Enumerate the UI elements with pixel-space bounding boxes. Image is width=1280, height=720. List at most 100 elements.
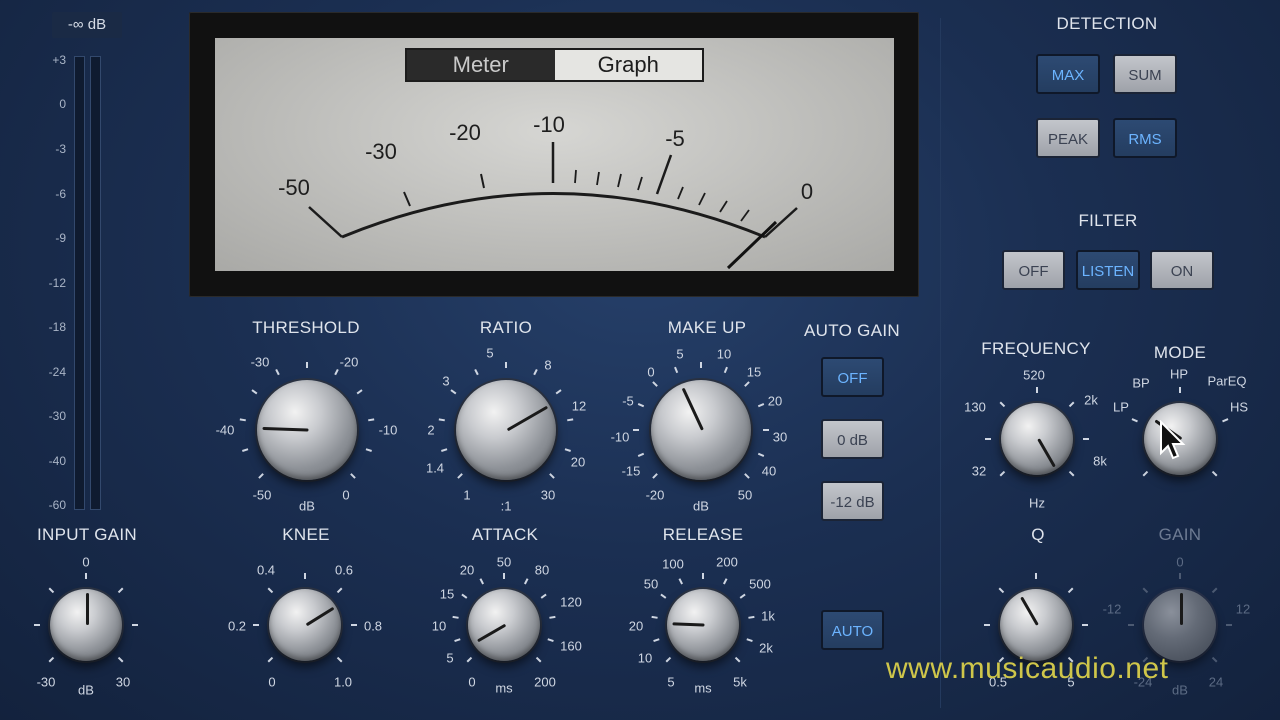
attack-tick: 50: [496, 554, 512, 570]
ratio-label: RATIO: [479, 318, 533, 337]
threshold-tick: -30: [250, 354, 270, 370]
attack-unit: ms: [495, 680, 513, 696]
makeup-tick: 5: [676, 346, 684, 362]
makeup-tick: 20: [767, 393, 783, 409]
input-gain-tick: 0: [82, 554, 90, 570]
attack-tick: 5: [446, 650, 454, 666]
ratio-knob[interactable]: [456, 380, 556, 480]
attack-knob[interactable]: [468, 589, 540, 661]
threshold-tick: -50: [252, 487, 272, 503]
release-tick: 200: [716, 554, 738, 570]
mode-label: MODE: [1153, 343, 1207, 362]
auto-gain-off-button[interactable]: OFF: [821, 357, 884, 397]
auto-gain-0db-button[interactable]: 0 dB: [821, 419, 884, 459]
vu-label: -30: [365, 139, 397, 164]
makeup-tick: 40: [761, 463, 777, 479]
ratio-tick: 1: [463, 487, 471, 503]
release-tick: 10: [637, 650, 653, 666]
makeup-tick: 10: [716, 346, 732, 362]
gain-knob: [1144, 589, 1216, 661]
section-divider: [940, 18, 941, 708]
detection-rms-button[interactable]: RMS: [1113, 118, 1177, 158]
vu-label: -50: [278, 175, 310, 200]
release-label: RELEASE: [662, 525, 744, 544]
makeup-tick: -5: [622, 393, 634, 409]
gain-label: GAIN: [1158, 525, 1202, 544]
detection-peak-button[interactable]: PEAK: [1036, 118, 1100, 158]
filter-on-button[interactable]: ON: [1150, 250, 1214, 290]
filter-label: FILTER: [1078, 211, 1138, 230]
ratio-unit: :1: [500, 498, 512, 514]
release-tick: 50: [643, 576, 659, 592]
makeup-knob[interactable]: [651, 380, 751, 480]
gain-tick: 0: [1176, 554, 1184, 570]
frequency-unit: Hz: [1029, 495, 1045, 511]
filter-off-button[interactable]: OFF: [1002, 250, 1065, 290]
auto-gain-minus12db-button[interactable]: -12 dB: [821, 481, 884, 521]
attack-tick: 0: [468, 674, 476, 690]
makeup-tick: -20: [645, 487, 665, 503]
gain-tick: -12: [1102, 601, 1122, 617]
ratio-tick: 20: [570, 454, 586, 470]
vu-needle: [726, 220, 778, 270]
release-tick: 1k: [761, 608, 775, 624]
detection-label: DETECTION: [1056, 14, 1158, 33]
release-knob[interactable]: [667, 589, 739, 661]
attack-tick: 200: [534, 674, 556, 690]
auto-release-button[interactable]: AUTO: [821, 610, 884, 650]
knee-label: KNEE: [282, 525, 330, 544]
filter-listen-button[interactable]: LISTEN: [1076, 250, 1140, 290]
attack-tick: 20: [459, 562, 475, 578]
frequency-knob[interactable]: [1001, 403, 1073, 475]
ratio-tick: 1.4: [425, 460, 445, 476]
makeup-tick: 15: [746, 364, 762, 380]
threshold-label: THRESHOLD: [252, 318, 360, 337]
attack-tick: 10: [431, 618, 447, 634]
knee-tick: 0: [268, 674, 276, 690]
frequency-tick: 2k: [1084, 392, 1098, 408]
release-unit: ms: [694, 680, 712, 696]
mode-tick: HS: [1229, 399, 1249, 415]
knee-knob[interactable]: [269, 589, 341, 661]
detection-max-button[interactable]: MAX: [1036, 54, 1100, 94]
threshold-knob[interactable]: [257, 380, 357, 480]
knee-tick: 0.6: [334, 562, 354, 578]
threshold-tick: -20: [339, 354, 359, 370]
knee-tick: 0.4: [256, 562, 276, 578]
threshold-tick: -10: [378, 422, 398, 438]
detection-sum-button[interactable]: SUM: [1113, 54, 1177, 94]
knee-tick: 0.2: [227, 618, 247, 634]
attack-tick: 160: [560, 638, 582, 654]
ratio-tick: 8: [544, 357, 552, 373]
input-gain-label: INPUT GAIN: [37, 525, 137, 544]
frequency-label: FREQUENCY: [981, 339, 1091, 358]
watermark-text: www.musicaudio.net: [886, 652, 1169, 685]
mode-tick: ParEQ: [1207, 373, 1247, 389]
vu-scale-arc: [308, 142, 798, 270]
attack-label: ATTACK: [471, 525, 539, 544]
frequency-tick: 130: [964, 399, 986, 415]
makeup-tick: 30: [772, 429, 788, 445]
mode-tick: HP: [1169, 366, 1189, 382]
ratio-tick: 30: [540, 487, 556, 503]
mouse-cursor-icon: [1160, 420, 1186, 460]
ratio-tick: 2: [427, 422, 435, 438]
vu-label: 0: [800, 179, 814, 204]
gain-tick: 12: [1235, 601, 1251, 617]
attack-tick: 120: [560, 594, 582, 610]
input-gain-knob[interactable]: [50, 589, 122, 661]
makeup-label: MAKE UP: [667, 318, 747, 337]
auto-gain-label: AUTO GAIN: [804, 321, 900, 340]
q-knob[interactable]: [1000, 589, 1072, 661]
release-tick: 500: [749, 576, 771, 592]
ratio-tick: 5: [486, 345, 494, 361]
mode-tick: LP: [1113, 399, 1129, 415]
frequency-tick: 8k: [1093, 453, 1107, 469]
release-tick: 2k: [759, 640, 773, 656]
input-gain-tick: 30: [115, 674, 131, 690]
frequency-tick: 520: [1023, 367, 1045, 383]
makeup-unit: dB: [693, 498, 709, 514]
knee-tick: 0.8: [363, 618, 383, 634]
makeup-tick: 0: [647, 364, 655, 380]
release-tick: 20: [628, 618, 644, 634]
